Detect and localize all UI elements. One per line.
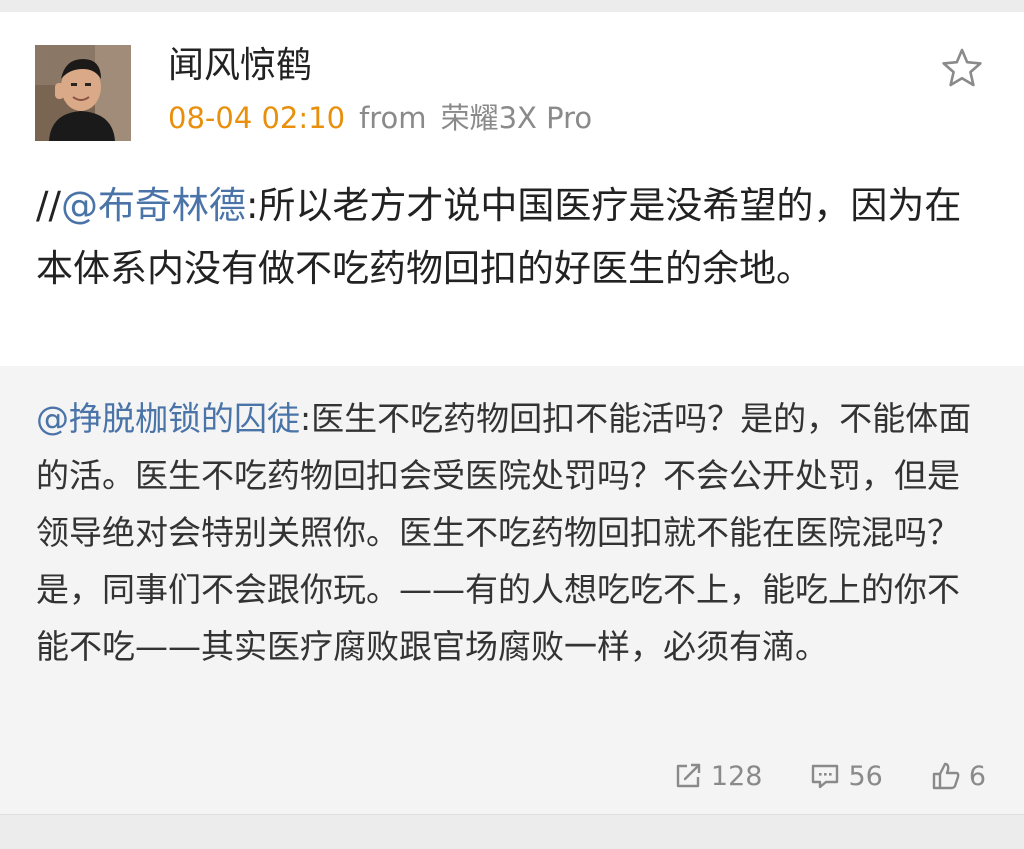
mention-link[interactable]: @布奇林德	[61, 184, 246, 227]
post-text: //@布奇林德:所以老方才说中国医疗是没希望的，因为在本体系内没有做不吃药物回扣…	[36, 174, 986, 300]
repost-body: :医生不吃药物回扣不能活吗？是的，不能体面的活。医生不吃药物回扣会受医院处罚吗？…	[36, 399, 972, 666]
reposted-content[interactable]: @挣脱枷锁的囚徒:医生不吃药物回扣不能活吗？是的，不能体面的活。医生不吃药物回扣…	[0, 366, 1024, 814]
like-count: 6	[968, 760, 986, 792]
comment-button[interactable]: 56	[810, 760, 883, 792]
avatar-image	[35, 45, 131, 141]
repost-actions: 128 56 6	[673, 754, 986, 798]
post-time: 08-04 02:10	[168, 101, 346, 135]
weibo-post: 闻风惊鹤 08-04 02:10 from 荣耀3X Pro //@布奇林德:所以老…	[0, 12, 1024, 366]
comment-count: 56	[848, 760, 883, 792]
from-label: from	[359, 101, 427, 135]
repost-button[interactable]: 128	[673, 760, 763, 792]
text-prefix: //	[36, 184, 61, 227]
like-button[interactable]: 6	[931, 761, 986, 792]
top-divider	[0, 0, 1024, 12]
author-name[interactable]: 闻风惊鹤	[168, 42, 312, 90]
comment-icon	[812, 764, 839, 789]
repost-mention-link[interactable]: @挣脱枷锁的囚徒	[36, 399, 300, 438]
post-meta: 08-04 02:10 from 荣耀3X Pro	[168, 98, 592, 138]
favorite-button[interactable]	[940, 46, 984, 90]
repost-text: @挣脱枷锁的囚徒:医生不吃药物回扣不能活吗？是的，不能体面的活。医生不吃药物回扣…	[36, 390, 991, 675]
repost-count: 128	[710, 760, 763, 792]
bottom-divider	[0, 814, 1024, 849]
star-icon	[942, 48, 982, 87]
repost-icon	[676, 763, 701, 788]
thumbs-up-icon	[932, 762, 960, 790]
avatar[interactable]	[35, 45, 131, 141]
source-device: 荣耀3X Pro	[440, 101, 593, 135]
